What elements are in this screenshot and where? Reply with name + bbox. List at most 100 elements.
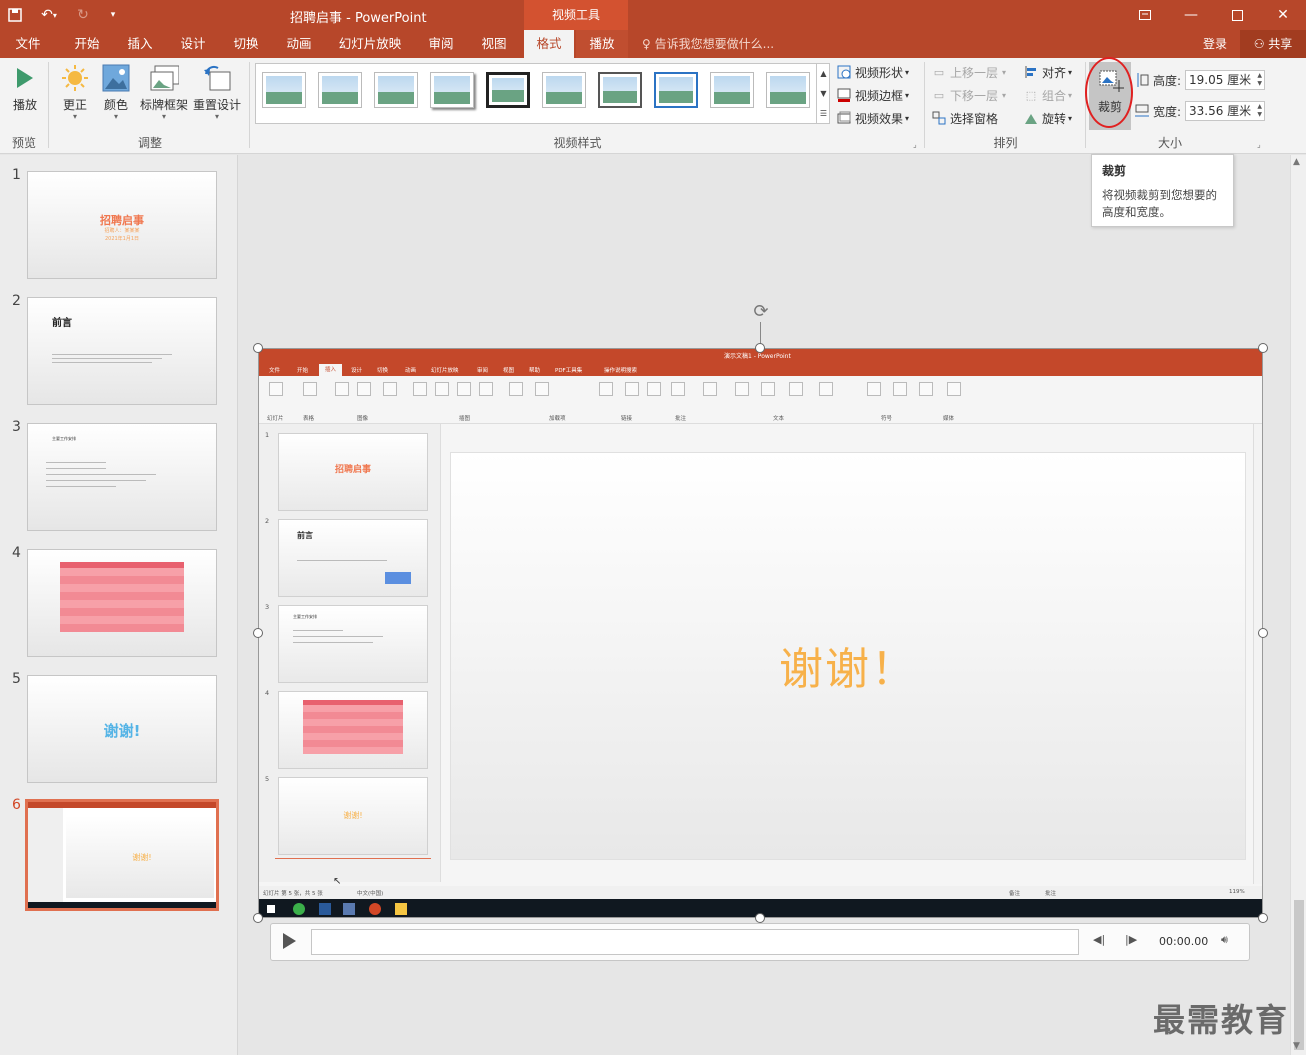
- video-style-thumb[interactable]: [318, 72, 362, 108]
- gallery-more-icon[interactable]: ☰: [820, 109, 827, 118]
- dialog-launcher-icon[interactable]: ⌟: [1257, 140, 1261, 149]
- dialog-launcher-icon[interactable]: ⌟: [913, 140, 917, 149]
- send-backward-button[interactable]: ▭ 下移一层 ▾: [931, 85, 1006, 105]
- video-inner-scrollbar: [1253, 424, 1262, 884]
- video-style-thumb[interactable]: [654, 72, 698, 108]
- minimize-icon[interactable]: —: [1168, 0, 1214, 30]
- login-link[interactable]: 登录: [1203, 30, 1227, 58]
- slide-thumbnail[interactable]: 谢谢!: [27, 675, 217, 783]
- width-spinner-icon[interactable]: ▲ ▼: [1257, 103, 1262, 119]
- gallery-scroll[interactable]: ▲ ▼ ☰: [816, 63, 830, 124]
- play-pause-icon[interactable]: [281, 932, 301, 952]
- tell-me-search[interactable]: ♀ 告诉我您想要做什么...: [642, 30, 774, 58]
- poster-frame-button[interactable]: 标牌框架 ▾: [138, 62, 190, 121]
- play-button[interactable]: 播放: [8, 62, 42, 113]
- tab-home[interactable]: 开始: [62, 30, 112, 58]
- rotate-button[interactable]: 旋转 ▾: [1023, 108, 1072, 128]
- resize-handle[interactable]: [253, 343, 263, 353]
- slide-thumbnail-selected[interactable]: 谢谢!: [25, 799, 219, 911]
- chevron-down-icon: ▾: [72, 112, 77, 121]
- video-slide-title: 招聘启事: [334, 465, 371, 475]
- redo-icon[interactable]: ↻: [68, 0, 98, 30]
- send-backward-icon: ▭: [933, 88, 945, 102]
- scroll-down-icon[interactable]: ▼: [1293, 1041, 1300, 1051]
- video-group-label: 图像: [357, 416, 369, 422]
- bring-forward-button[interactable]: ▭ 上移一层 ▾: [931, 62, 1006, 82]
- tab-insert[interactable]: 插入: [116, 30, 164, 58]
- sun-icon: [60, 62, 90, 94]
- tooltip-title: 裁剪: [1102, 164, 1127, 178]
- step-forward-icon[interactable]: |▶: [1125, 933, 1137, 946]
- scroll-up-icon[interactable]: ▲: [820, 69, 826, 78]
- reset-design-button[interactable]: 重置设计 ▾: [192, 62, 242, 121]
- align-button[interactable]: 对齐 ▾: [1023, 62, 1072, 82]
- video-style-thumb[interactable]: [710, 72, 754, 108]
- tab-animations[interactable]: 动画: [274, 30, 324, 58]
- video-style-thumb[interactable]: [374, 72, 418, 108]
- slide-thumbnail[interactable]: 前言: [27, 297, 217, 405]
- tab-format[interactable]: 格式: [524, 30, 574, 58]
- tab-view[interactable]: 视图: [470, 30, 518, 58]
- maximize-icon[interactable]: [1214, 0, 1260, 30]
- selection-pane-button[interactable]: 选择窗格: [931, 108, 998, 128]
- resize-handle[interactable]: [1258, 913, 1268, 923]
- video-slide-thumb: 主要工作安排: [278, 605, 428, 683]
- rotate-icon: [1023, 110, 1039, 126]
- video-inner-tab: 审阅: [477, 368, 489, 374]
- color-button[interactable]: 颜色 ▾: [98, 62, 134, 121]
- window-title: 招聘启事 - PowerPoint: [290, 11, 427, 26]
- video-style-thumb[interactable]: [766, 72, 810, 108]
- width-input[interactable]: 33.56 厘米 ▲ ▼: [1185, 101, 1265, 121]
- windows-start-icon: [267, 905, 275, 913]
- tab-design[interactable]: 设计: [168, 30, 218, 58]
- video-style-thumb[interactable]: [598, 72, 642, 108]
- video-style-thumb[interactable]: [430, 72, 474, 108]
- resize-handle[interactable]: [253, 913, 263, 923]
- save-icon[interactable]: [0, 0, 30, 30]
- volume-icon[interactable]: 🔊︎: [1221, 933, 1228, 947]
- height-input[interactable]: 19.05 厘米 ▲ ▼: [1185, 70, 1265, 90]
- slide-thumbnail[interactable]: [27, 549, 217, 657]
- video-effects-button[interactable]: 视频效果 ▾: [836, 108, 909, 128]
- tab-file[interactable]: 文件: [2, 30, 54, 58]
- customize-qat-icon[interactable]: ▾: [98, 0, 128, 30]
- play-label: 播放: [12, 98, 37, 112]
- vertical-scrollbar[interactable]: ▲ ▼: [1290, 155, 1306, 1055]
- resize-handle[interactable]: [1258, 343, 1268, 353]
- height-spinner-icon[interactable]: ▲ ▼: [1257, 72, 1262, 88]
- bring-forward-icon: ▭: [933, 65, 945, 79]
- resize-handle[interactable]: [253, 628, 263, 638]
- video-style-thumb[interactable]: [262, 72, 306, 108]
- tab-review[interactable]: 审阅: [416, 30, 466, 58]
- step-back-icon[interactable]: ◀|: [1093, 933, 1105, 946]
- close-icon[interactable]: ✕: [1260, 0, 1306, 30]
- corrections-button[interactable]: 更正 ▾: [56, 62, 94, 121]
- ribbon-display-icon[interactable]: [1122, 0, 1168, 30]
- video-border-button[interactable]: 视频边框 ▾: [836, 85, 909, 105]
- resize-handle[interactable]: [1258, 628, 1268, 638]
- video-shape-button[interactable]: 视频形状 ▾: [836, 62, 909, 82]
- height-label-row: 高度:: [1134, 70, 1181, 90]
- video-style-thumb[interactable]: [542, 72, 586, 108]
- slide-thumbnail[interactable]: 招聘启事 招聘人：某某某 2021年1月1日: [27, 171, 217, 279]
- app-icon: [369, 903, 381, 915]
- video-group-label: 批注: [675, 416, 687, 422]
- tab-playback[interactable]: 播放: [576, 30, 628, 58]
- slide-thumbnail[interactable]: 主要工作安排: [27, 423, 217, 531]
- scroll-down-icon[interactable]: ▼: [820, 89, 826, 98]
- video-border-label: 视频边框: [855, 88, 904, 103]
- video-object[interactable]: 演示文稿1 - PowerPoint 文件 开始 插入 设计 切换 动画 幻灯片…: [258, 348, 1263, 918]
- media-progress-track[interactable]: [311, 929, 1079, 955]
- slide-subtitle: 招聘人：某某某: [104, 228, 140, 234]
- share-button[interactable]: ⚇ 共享: [1240, 30, 1306, 58]
- resize-handle[interactable]: [755, 343, 765, 353]
- video-style-thumb[interactable]: [486, 72, 530, 108]
- tab-slideshow[interactable]: 幻灯片放映: [332, 30, 408, 58]
- resize-handle[interactable]: [755, 913, 765, 923]
- undo-icon[interactable]: ↶ ▾: [30, 0, 68, 30]
- rotate-handle-icon[interactable]: ⟳: [751, 302, 771, 322]
- scroll-up-icon[interactable]: ▲: [1293, 157, 1300, 167]
- scrollbar-thumb[interactable]: [1294, 900, 1304, 1050]
- group-objects-button[interactable]: ⬚ 组合 ▾: [1023, 85, 1072, 105]
- tab-transitions[interactable]: 切换: [222, 30, 270, 58]
